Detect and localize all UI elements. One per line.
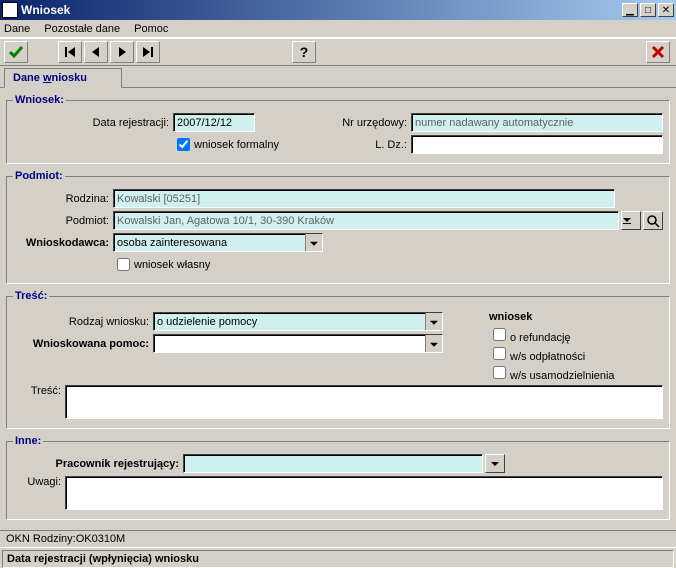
- label-pracownik-rejestrujacy: Pracownik rejestrujący:: [13, 458, 183, 470]
- textarea-uwagi[interactable]: [65, 476, 663, 510]
- group-podmiot: Podmiot: Rodzina: Podmiot: Wnioskodawca:: [6, 170, 670, 284]
- input-pracownik-rejestrujacy[interactable]: [183, 454, 483, 473]
- menu-dane[interactable]: Dane: [4, 23, 30, 35]
- menu-bar: Dane Pozostałe dane Pomoc: [0, 20, 676, 38]
- input-data-rejestracji[interactable]: [173, 113, 255, 132]
- label-wniosek-side: wniosek: [489, 311, 663, 323]
- group-inne: Inne: Pracownik rejestrujący: Uwagi:: [6, 435, 670, 520]
- select-wnioskodawca[interactable]: [113, 233, 323, 252]
- minimize-button[interactable]: ▁: [622, 3, 638, 17]
- label-ws-odplatnosci: w/s odpłatności: [510, 351, 585, 363]
- label-wniosek-formalny: wniosek formalny: [194, 139, 279, 151]
- toolbar: ?: [0, 38, 676, 66]
- group-podmiot-legend: Podmiot:: [13, 170, 65, 182]
- podmiot-dropdown-button[interactable]: [621, 211, 641, 230]
- menu-pomoc[interactable]: Pomoc: [134, 23, 168, 35]
- title-bar: Wniosek ▁ □ ✕: [0, 0, 676, 20]
- confirm-button[interactable]: [4, 41, 28, 63]
- nav-next-icon: [116, 46, 128, 58]
- cancel-button[interactable]: [646, 41, 670, 63]
- select-wnioskowana-pomoc[interactable]: [153, 334, 443, 353]
- label-data-rejestracji: Data rejestracji:: [13, 117, 173, 129]
- select-rodzaj-wniosku[interactable]: [153, 312, 443, 331]
- label-o-refundacje: o refundację: [510, 332, 571, 344]
- chevron-down-icon: [310, 241, 318, 245]
- nav-prev-icon: [90, 46, 102, 58]
- app-icon: [2, 2, 18, 18]
- question-icon: ?: [300, 44, 309, 60]
- chevron-down-icon: [623, 218, 631, 222]
- nav-next-button[interactable]: [110, 41, 134, 63]
- group-tresc-legend: Treść:: [13, 290, 49, 302]
- tab-label-suffix: niosku: [52, 72, 87, 84]
- nav-last-icon: [142, 46, 154, 58]
- tab-dane-wniosku[interactable]: Dane wniosku: [4, 68, 122, 88]
- checkbox-wniosek-wlasny[interactable]: [117, 258, 130, 271]
- label-wnioskodawca: Wnioskodawca:: [13, 237, 113, 249]
- close-window-button[interactable]: ✕: [658, 3, 674, 17]
- tab-strip: Dane wniosku: [0, 66, 676, 88]
- chevron-down-icon: [491, 462, 499, 466]
- label-rodzaj-wniosku: Rodzaj wniosku:: [13, 316, 153, 328]
- pracownik-dropdown-button[interactable]: [485, 454, 505, 473]
- help-button[interactable]: ?: [292, 41, 316, 63]
- label-nr-urzedowy: Nr urzędowy:: [335, 117, 411, 129]
- nav-last-button[interactable]: [136, 41, 160, 63]
- checkbox-ws-usamodzielnienia[interactable]: [493, 366, 506, 379]
- menu-pozostale-dane[interactable]: Pozostałe dane: [44, 23, 120, 35]
- checkbox-ws-odplatnosci[interactable]: [493, 347, 506, 360]
- label-ws-usamodzielnienia: w/s usamodzielnienia: [510, 370, 615, 382]
- label-podmiot: Podmiot:: [13, 215, 113, 227]
- group-wniosek: Wniosek: Data rejestracji: Nr urzędowy: …: [6, 94, 670, 164]
- chevron-down-icon: [430, 342, 438, 346]
- group-tresc: Treść: Rodzaj wniosku: Wnioskowana pomoc…: [6, 290, 670, 429]
- chevron-down-icon: [430, 320, 438, 324]
- label-tresc: Treść:: [13, 385, 65, 397]
- label-ldz: L. Dz.:: [335, 139, 411, 151]
- checkbox-wniosek-formalny[interactable]: [177, 138, 190, 151]
- nav-prev-button[interactable]: [84, 41, 108, 63]
- textarea-tresc[interactable]: [65, 385, 663, 419]
- label-wnioskowana-pomoc: Wnioskowana pomoc:: [13, 338, 153, 350]
- nav-first-button[interactable]: [58, 41, 82, 63]
- group-inne-legend: Inne:: [13, 435, 43, 447]
- status-line-2: Data rejestracji (wpłynięcia) wniosku: [2, 550, 674, 568]
- maximize-button[interactable]: □: [640, 3, 656, 17]
- status-line-1: OKN Rodziny:OK0310M: [0, 530, 676, 548]
- label-wniosek-wlasny: wniosek własny: [134, 259, 210, 271]
- input-nr-urzedowy: [411, 113, 663, 132]
- window-title: Wniosek: [21, 3, 620, 17]
- nav-first-icon: [64, 46, 76, 58]
- label-uwagi: Uwagi:: [13, 476, 65, 488]
- input-rodzina: [113, 189, 615, 208]
- podmiot-lookup-button[interactable]: [643, 211, 663, 230]
- checkbox-o-refundacje[interactable]: [493, 328, 506, 341]
- input-podmiot: [113, 211, 619, 230]
- label-rodzina: Rodzina:: [13, 193, 113, 205]
- close-icon: [651, 45, 665, 59]
- tab-label-prefix: Dane: [13, 72, 43, 84]
- search-icon: [646, 214, 660, 228]
- tab-label-u: w: [43, 72, 52, 84]
- group-wniosek-legend: Wniosek:: [13, 94, 66, 106]
- check-icon: [8, 44, 24, 60]
- input-ldz[interactable]: [411, 135, 663, 154]
